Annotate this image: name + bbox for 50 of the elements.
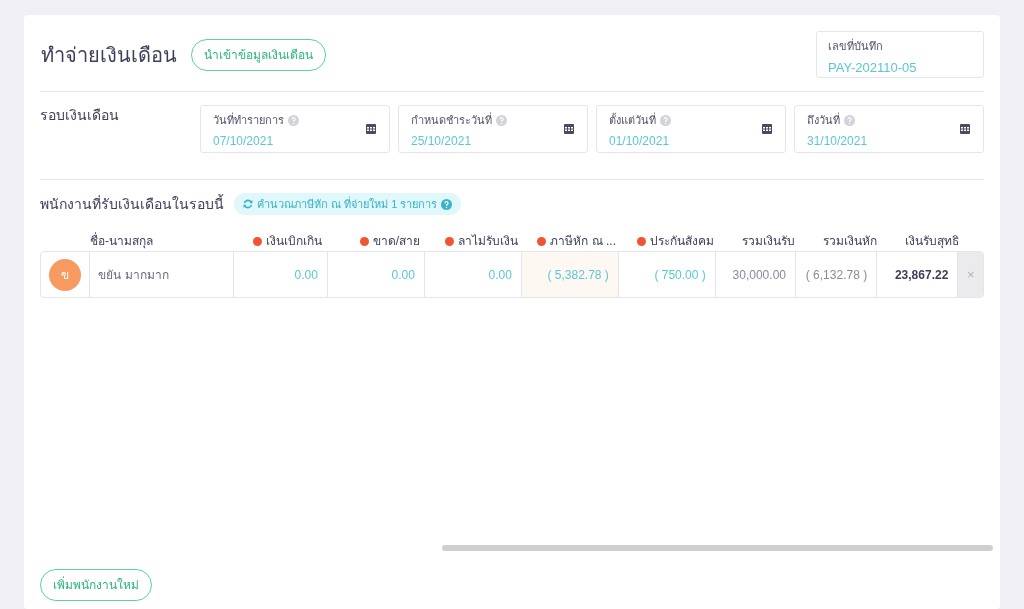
field-value: 07/10/2021 — [213, 132, 275, 150]
avatar: ข — [49, 258, 82, 291]
field-value: PAY-202110-05 — [828, 58, 918, 77]
calendar-icon — [564, 124, 574, 134]
badge-text: คำนวณภาษีหัก ณ ที่จ่ายใหม่ 1 รายการ — [257, 195, 438, 212]
date-field[interactable]: วันที่ทำรายการ 07/10/2021 — [200, 105, 390, 153]
date-field[interactable]: กำหนดชำระวันที่ 25/10/2021 — [398, 105, 588, 153]
field-value: 31/10/2021 — [807, 132, 869, 150]
table-cell: ( 6,132.78 ) — [796, 252, 878, 297]
help-icon — [844, 114, 855, 126]
employee-name: ขยัน มากมาก — [90, 252, 234, 297]
column-header: ภาษีหัก ณ ... — [550, 233, 616, 250]
column-header: ลาไม่รับเงิน — [458, 233, 518, 250]
calendar-icon — [960, 124, 970, 134]
column-header: ขาด/สาย — [372, 233, 420, 250]
page-title: ทำจ่ายเงินเดือน — [40, 43, 177, 68]
date-field[interactable]: ตั้งแต่วันที่ 01/10/2021 — [596, 105, 786, 153]
help-icon — [441, 198, 453, 210]
help-icon — [288, 114, 299, 126]
calendar-icon — [762, 124, 772, 134]
field-label: เลขที่บันทึก — [828, 38, 884, 54]
column-header: รวมเงินรับ — [742, 233, 795, 250]
refresh-icon — [243, 199, 253, 209]
column-header: เงินเบิกเกิน — [266, 233, 322, 250]
table-cell[interactable]: ( 5,382.78 ) — [521, 252, 619, 297]
field-label: วันที่ทำรายการ — [213, 112, 284, 128]
table-cell[interactable]: 0.00 — [327, 252, 425, 297]
date-field[interactable]: ถึงวันที่ 31/10/2021 — [794, 105, 984, 153]
calendar-icon — [366, 124, 376, 134]
help-icon — [660, 114, 671, 126]
column-header: ประกันสังคม — [650, 233, 714, 250]
table-cell: 30,000.00 — [715, 252, 796, 297]
recalculate-badge[interactable]: คำนวณภาษีหัก ณ ที่จ่ายใหม่ 1 รายการ — [234, 193, 462, 215]
table-cell[interactable]: 0.00 — [233, 252, 328, 297]
record-number-field[interactable]: เลขที่บันทึก PAY-202110-05 — [816, 31, 984, 78]
section-title: พนักงานที่รับเงินเดือนในรอบนี้ — [40, 193, 224, 214]
field-value: 01/10/2021 — [609, 132, 671, 150]
remove-button[interactable]: × — [958, 252, 983, 297]
field-label: ถึงวันที่ — [807, 112, 840, 128]
column-header: เงินรับสุทธิ — [905, 233, 959, 250]
field-value: 25/10/2021 — [411, 132, 473, 150]
help-icon — [496, 114, 507, 126]
section-label: รอบเงินเดือน — [40, 106, 120, 125]
field-label: กำหนดชำระวันที่ — [411, 112, 492, 128]
column-header: รวมเงินหัก — [823, 233, 877, 250]
table-cell[interactable]: ( 750.00 ) — [618, 252, 716, 297]
table-cell[interactable]: 0.00 — [424, 252, 522, 297]
column-header: ชื่อ-นามสกุล — [90, 232, 153, 250]
horizontal-scrollbar[interactable] — [442, 545, 993, 551]
field-label: ตั้งแต่วันที่ — [609, 112, 656, 128]
